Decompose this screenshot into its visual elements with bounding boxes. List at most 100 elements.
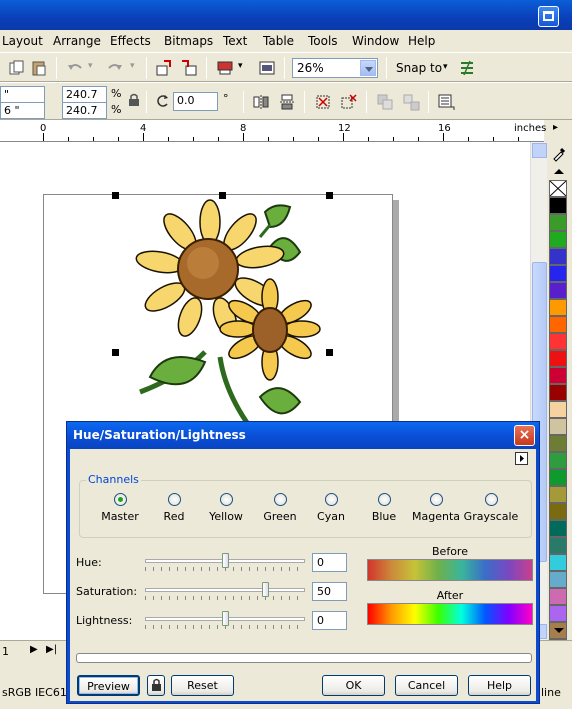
color-swatch[interactable] — [549, 248, 567, 265]
menu-table[interactable]: Table — [263, 34, 294, 48]
paste-icon[interactable] — [30, 59, 48, 77]
maximize-button[interactable] — [538, 6, 559, 27]
next-page-icon[interactable]: ▶| — [46, 644, 57, 655]
scroll-up-button[interactable] — [532, 143, 547, 158]
channel-radio-red[interactable]: Red — [144, 493, 204, 523]
color-swatch[interactable] — [549, 316, 567, 333]
color-swatch[interactable] — [549, 503, 567, 520]
color-swatch[interactable] — [549, 605, 567, 622]
menu-tools[interactable]: Tools — [308, 34, 338, 48]
channel-radio-magenta[interactable]: Magenta — [406, 493, 466, 523]
lock-ratio-icon[interactable] — [128, 93, 140, 107]
color-swatch[interactable] — [549, 333, 567, 350]
last-page-icon[interactable]: ▶ — [30, 644, 38, 655]
color-swatch[interactable] — [549, 435, 567, 452]
wrap-text-icon[interactable] — [437, 93, 455, 111]
color-swatch[interactable] — [549, 231, 567, 248]
color-swatch[interactable] — [549, 214, 567, 231]
redo-icon[interactable] — [106, 59, 124, 77]
snap-to-button[interactable]: Snap to — [396, 61, 442, 75]
color-swatch[interactable] — [549, 299, 567, 316]
selection-handle[interactable] — [112, 349, 119, 356]
color-swatch[interactable] — [549, 571, 567, 588]
launcher-dropdown-icon[interactable]: ▾ — [238, 61, 243, 71]
color-swatch[interactable] — [549, 554, 567, 571]
color-swatch[interactable] — [549, 180, 567, 197]
color-swatch[interactable] — [549, 197, 567, 214]
menu-effects[interactable]: Effects — [110, 34, 151, 48]
ungroup-icon[interactable] — [402, 93, 420, 111]
menu-text[interactable]: Text — [223, 34, 247, 48]
color-swatch[interactable] — [549, 384, 567, 401]
channel-radio-yellow[interactable]: Yellow — [196, 493, 256, 523]
palette-scroll-down-icon[interactable] — [551, 626, 567, 636]
selection-handle[interactable] — [112, 192, 119, 199]
color-swatch[interactable] — [549, 282, 567, 299]
rotation-angle-field[interactable]: 0.0 — [173, 92, 218, 111]
color-swatch[interactable] — [549, 401, 567, 418]
color-swatch[interactable] — [549, 418, 567, 435]
undo-icon[interactable] — [66, 59, 84, 77]
color-swatch[interactable] — [549, 452, 567, 469]
mirror-horizontal-icon[interactable] — [252, 93, 270, 111]
crop-bitmap-icon[interactable] — [314, 93, 332, 111]
channel-radio-grayscale[interactable]: Grayscale — [461, 493, 521, 523]
group-icon[interactable] — [376, 93, 394, 111]
mirror-vertical-icon[interactable] — [278, 93, 296, 111]
color-swatch[interactable] — [549, 367, 567, 384]
lightness-slider-thumb[interactable] — [222, 611, 229, 626]
menu-window[interactable]: Window — [352, 34, 399, 48]
position-y-field[interactable]: 6 " — [0, 102, 45, 119]
application-launcher-icon[interactable] — [216, 59, 234, 77]
lightness-value-field[interactable]: 0 — [312, 611, 347, 630]
dialog-close-button[interactable]: × — [514, 425, 535, 446]
redo-dropdown-icon[interactable]: ▾ — [130, 61, 135, 71]
position-x-field[interactable]: " — [0, 86, 45, 103]
lock-preview-button[interactable] — [147, 675, 165, 696]
selection-handle[interactable] — [326, 192, 333, 199]
export-icon[interactable] — [180, 59, 198, 77]
sunflower-image[interactable] — [110, 197, 340, 432]
color-swatch[interactable] — [549, 588, 567, 605]
help-button[interactable]: Help — [468, 675, 531, 696]
color-swatch[interactable] — [549, 265, 567, 282]
options-icon[interactable] — [458, 59, 476, 77]
eyedropper-icon[interactable] — [551, 146, 567, 162]
selection-handle[interactable] — [326, 349, 333, 356]
color-swatch[interactable] — [549, 469, 567, 486]
dialog-menu-icon[interactable] — [515, 452, 528, 465]
reset-button[interactable]: Reset — [171, 675, 234, 696]
color-swatch[interactable] — [549, 520, 567, 537]
color-swatch[interactable] — [549, 537, 567, 554]
delete-nodes-icon[interactable] — [340, 93, 358, 111]
scale-height-field[interactable]: 240.7 — [62, 102, 107, 119]
color-swatch[interactable] — [549, 486, 567, 503]
menu-layout[interactable]: Layout — [2, 34, 43, 48]
channel-radio-cyan[interactable]: Cyan — [301, 493, 361, 523]
preview-button[interactable]: Preview — [77, 675, 140, 696]
menu-bitmaps[interactable]: Bitmaps — [164, 34, 213, 48]
zoom-level-select[interactable]: 26% — [292, 58, 378, 78]
palette-flyout-icon[interactable]: ▸ — [553, 122, 558, 133]
channel-radio-master[interactable]: Master — [90, 493, 150, 523]
hue-slider-thumb[interactable] — [222, 553, 229, 568]
menu-arrange[interactable]: Arrange — [53, 34, 101, 48]
progress-bar — [76, 653, 532, 663]
channel-radio-blue[interactable]: Blue — [354, 493, 414, 523]
saturation-slider-track[interactable] — [145, 588, 305, 592]
ok-button[interactable]: OK — [322, 675, 385, 696]
scale-width-field[interactable]: 240.7 — [62, 86, 107, 103]
palette-scroll-up-icon[interactable] — [551, 166, 567, 176]
saturation-value-field[interactable]: 50 — [312, 582, 347, 601]
saturation-slider-thumb[interactable] — [262, 582, 269, 597]
undo-dropdown-icon[interactable]: ▾ — [88, 61, 93, 71]
color-swatch[interactable] — [549, 350, 567, 367]
snap-to-dropdown-icon[interactable]: ▾ — [443, 62, 448, 72]
selection-handle[interactable] — [219, 192, 226, 199]
copy-icon[interactable] — [8, 59, 26, 77]
import-icon[interactable] — [155, 59, 173, 77]
hue-value-field[interactable]: 0 — [312, 553, 347, 572]
cancel-button[interactable]: Cancel — [395, 675, 458, 696]
welcome-screen-icon[interactable] — [258, 59, 276, 77]
menu-help[interactable]: Help — [408, 34, 435, 48]
